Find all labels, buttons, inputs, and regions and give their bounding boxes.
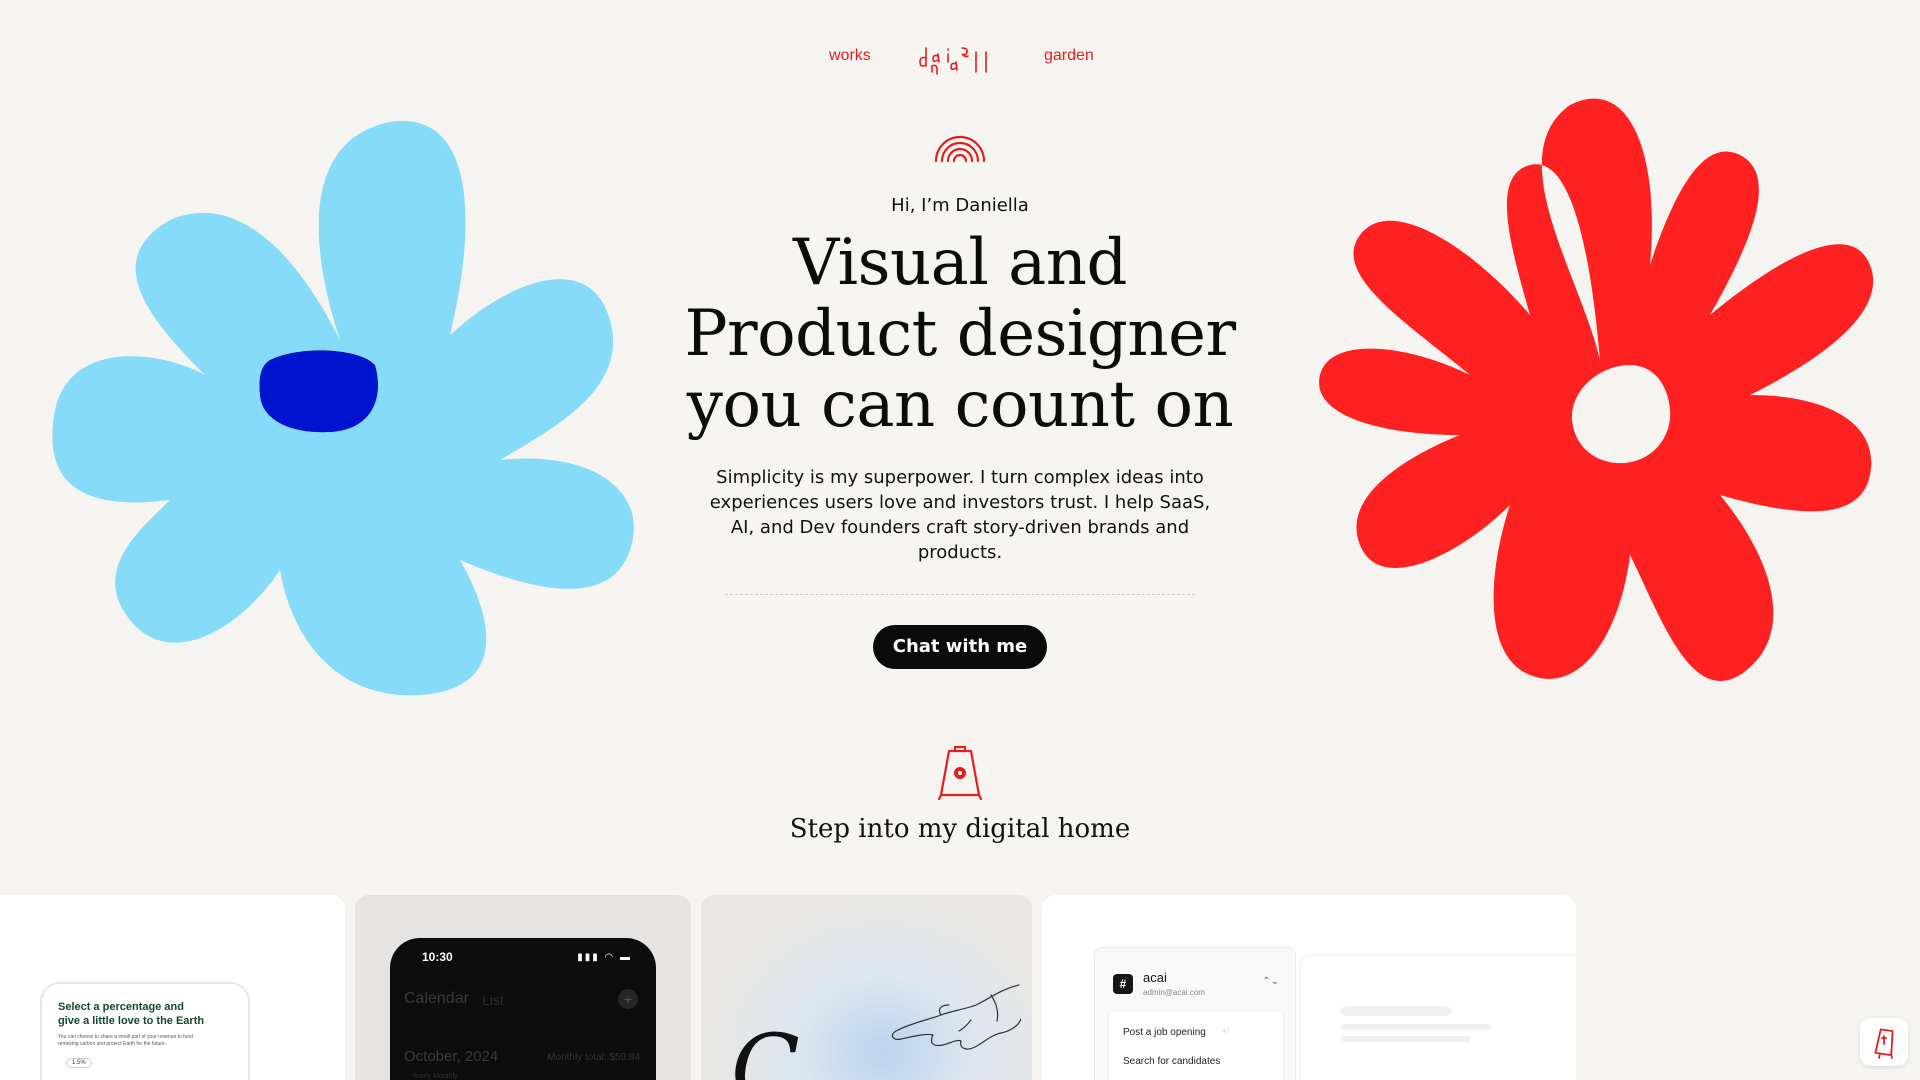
project-cards: Select a percentage and give a little lo… — [0, 895, 1920, 1080]
home-title: Step into my digital home — [789, 814, 1131, 844]
eco-title: Select a percentage and give a little lo… — [58, 1001, 205, 1027]
acai-content-panel — [1300, 955, 1576, 1080]
daniella-logo[interactable] — [918, 40, 1004, 80]
rainbow-icon — [934, 135, 986, 163]
dashed-divider — [725, 594, 1195, 595]
skeleton-line — [1341, 1024, 1491, 1030]
project-card-acai[interactable]: # acai admin@acai.com ⌃⌄ Post a job open… — [1042, 895, 1576, 1080]
acai-sidebar-panel: # acai admin@acai.com ⌃⌄ Post a job open… — [1094, 947, 1296, 1080]
digital-home-section: Step into my digital home — [660, 745, 1260, 844]
floating-chat-button[interactable] — [1860, 1018, 1908, 1066]
sign-icon — [1874, 1028, 1894, 1059]
calendar-tab: Calendar — [404, 990, 469, 1007]
headline-line-2: Product designer — [684, 297, 1236, 371]
acai-menu: Post a job opening ☜ Search for candidat… — [1109, 1012, 1283, 1080]
monthly-total: Monthly total: $59.84 — [547, 1052, 640, 1063]
calendar-month: October, 2024 — [404, 1048, 499, 1065]
eco-phone-mockup: Select a percentage and give a little lo… — [40, 982, 250, 1080]
hash-icon: # — [1113, 974, 1133, 994]
hero-section: Hi, I’m Daniella Visual and Product desi… — [660, 125, 1260, 669]
eco-percentage: 1.5% — [66, 1058, 92, 1068]
a-frame-sign-icon — [937, 745, 983, 801]
phone-time: 10:30 — [422, 950, 453, 964]
hand-illustration — [891, 984, 1021, 1050]
calendar-phone-mockup: 10:30 ▮▮▮ ◠ ▬ Calendar List + October, 2… — [390, 938, 656, 1080]
project-card-calendar[interactable]: 10:30 ▮▮▮ ◠ ▬ Calendar List + October, 2… — [355, 895, 691, 1080]
nav-link-works[interactable]: works — [829, 47, 871, 65]
project-card-eco[interactable]: Select a percentage and give a little lo… — [0, 895, 345, 1080]
menu-item-search-candidates: Search for candidates — [1123, 1056, 1221, 1067]
hero-headline: Visual and Product designer you can coun… — [660, 228, 1260, 441]
list-tab: List — [482, 992, 504, 1008]
red-flower-illustration — [1319, 98, 1874, 681]
top-nav: works garden — [0, 40, 1920, 80]
eco-body: You can choose to share a small part of … — [58, 1034, 193, 1047]
workspace-email: admin@acai.com — [1143, 988, 1205, 997]
hero-description: Simplicity is my superpower. I turn comp… — [709, 467, 1211, 563]
skeleton-line — [1341, 1006, 1451, 1016]
menu-item-post-job: Post a job opening — [1123, 1027, 1206, 1038]
chevron-updown-icon: ⌃⌄ — [1262, 976, 1279, 987]
headline-line-3: you can count on — [686, 368, 1234, 442]
hand-cursor-icon: ☜ — [1220, 1026, 1230, 1038]
plus-icon: + — [618, 989, 638, 1009]
calendar-sub-tabs: Yearly Monthly — [412, 1073, 458, 1080]
project-card-art[interactable]: C — [701, 895, 1032, 1080]
art-letter: C — [731, 1015, 800, 1080]
skeleton-line — [1341, 1036, 1471, 1042]
nav-link-garden[interactable]: garden — [1044, 47, 1094, 65]
greeting: Hi, I’m Daniella — [891, 195, 1029, 216]
workspace-name: acai — [1143, 970, 1167, 985]
headline-line-1: Visual and — [793, 226, 1127, 300]
blue-flower-illustration — [52, 121, 634, 696]
phone-status-icons: ▮▮▮ ◠ ▬ — [577, 952, 632, 963]
chat-with-me-button[interactable]: Chat with me — [872, 625, 1048, 669]
